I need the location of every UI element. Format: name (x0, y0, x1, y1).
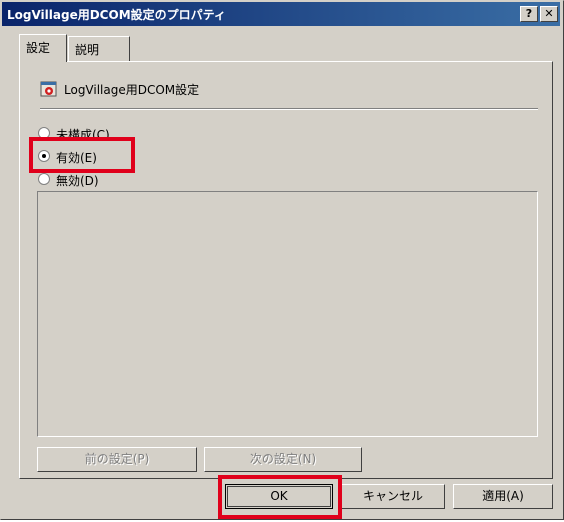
next-setting-button[interactable]: 次の設定(N) (204, 447, 362, 472)
highlight-ok-button (218, 475, 342, 519)
title-bar[interactable]: LogVillage用DCOM設定のプロパティ ? ✕ (2, 2, 560, 26)
radio-label: 無効(D) (56, 174, 99, 188)
tab-settings[interactable]: 設定 (19, 34, 67, 62)
highlight-enabled-option (29, 137, 135, 173)
tab-description[interactable]: 説明 (68, 36, 130, 61)
policy-title: LogVillage用DCOM設定 (64, 83, 200, 97)
radio-circle[interactable] (38, 173, 50, 185)
divider (40, 108, 538, 110)
help-button[interactable]: ? (520, 6, 538, 22)
policy-setting-icon (40, 80, 58, 98)
cancel-button[interactable]: キャンセル (341, 484, 445, 509)
options-area (37, 191, 538, 437)
previous-setting-button[interactable]: 前の設定(P) (37, 447, 197, 472)
window-title: LogVillage用DCOM設定のプロパティ (7, 8, 226, 22)
apply-button[interactable]: 適用(A) (453, 484, 553, 509)
close-button[interactable]: ✕ (540, 6, 558, 22)
